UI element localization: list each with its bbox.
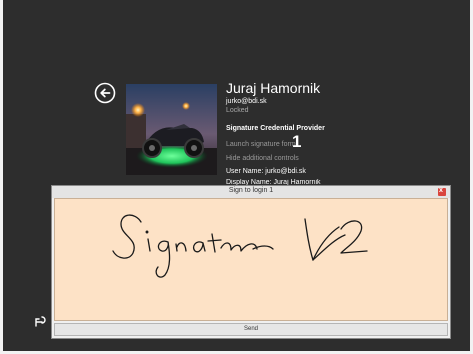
- user-name: Juraj Hamornik: [226, 80, 321, 96]
- back-arrow-icon: [94, 82, 116, 104]
- launch-step-marker: 1: [292, 132, 302, 151]
- user-avatar: [126, 84, 217, 175]
- send-button[interactable]: Send: [54, 323, 448, 336]
- close-button[interactable]: x: [438, 187, 446, 196]
- back-button[interactable]: [94, 82, 116, 104]
- hide-additional-controls-link[interactable]: Hide additional controls: [226, 155, 299, 162]
- sign-dialog: Sign to login 1 x Send: [51, 185, 451, 339]
- credential-provider-title: Signature Credential Provider: [226, 125, 325, 132]
- signature-pad[interactable]: [54, 198, 448, 321]
- user-status: Locked: [226, 107, 249, 114]
- user-name-field: User Name: jurko@bdi.sk: [226, 168, 306, 175]
- dialog-title: Sign to login 1: [228, 187, 274, 194]
- user-email: jurko@bdi.sk: [226, 98, 267, 105]
- ease-of-access-button[interactable]: [33, 314, 47, 328]
- close-icon: x: [439, 187, 443, 194]
- ease-of-access-icon: [35, 316, 46, 327]
- launch-signature-form-link[interactable]: Launch signature form: [226, 141, 296, 148]
- window-frame-left: [0, 0, 3, 354]
- handwritten-signature: [112, 214, 368, 278]
- dialog-titlebar: Sign to login 1 x: [52, 186, 450, 198]
